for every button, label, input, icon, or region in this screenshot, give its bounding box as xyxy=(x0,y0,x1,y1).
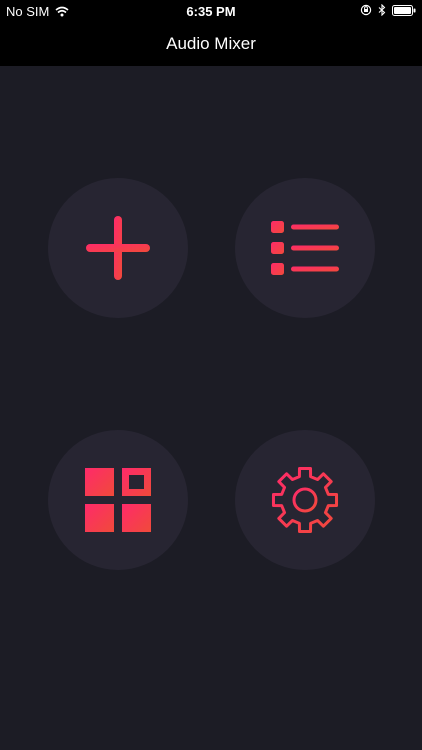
status-time: 6:35 PM xyxy=(186,4,236,19)
settings-button[interactable] xyxy=(235,430,375,570)
page-title: Audio Mixer xyxy=(166,34,256,53)
orientation-lock-icon xyxy=(360,4,372,16)
gear-icon xyxy=(270,465,340,535)
status-bar: No SIM 6:35 PM xyxy=(0,0,422,22)
list-button[interactable] xyxy=(235,178,375,318)
nav-bar: Audio Mixer xyxy=(0,22,422,66)
add-button[interactable] xyxy=(48,178,188,318)
grid-button[interactable] xyxy=(48,430,188,570)
list-icon xyxy=(269,218,341,278)
main-content xyxy=(0,66,422,750)
grid-icon xyxy=(84,467,152,533)
status-right xyxy=(360,4,416,16)
battery-icon xyxy=(392,4,416,16)
plus-icon xyxy=(84,214,152,282)
bluetooth-icon xyxy=(378,4,386,16)
